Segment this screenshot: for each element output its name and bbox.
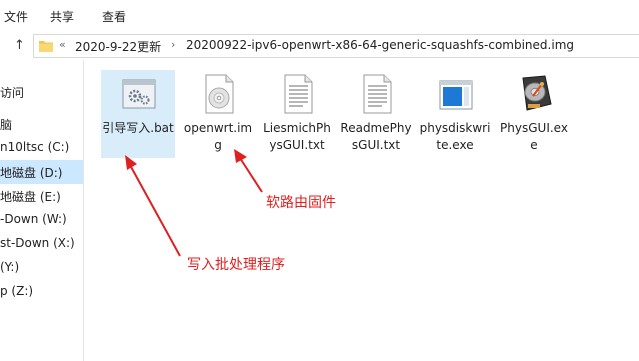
arrow-to-batch <box>129 164 181 257</box>
annotation-arrows <box>125 149 263 257</box>
arrow-head-firmware <box>234 149 247 163</box>
arrow-to-firmware <box>239 157 263 193</box>
annotation-firmware: 软路由固件 <box>266 195 336 211</box>
annotation-batch: 写入批处理程序 <box>187 257 285 273</box>
